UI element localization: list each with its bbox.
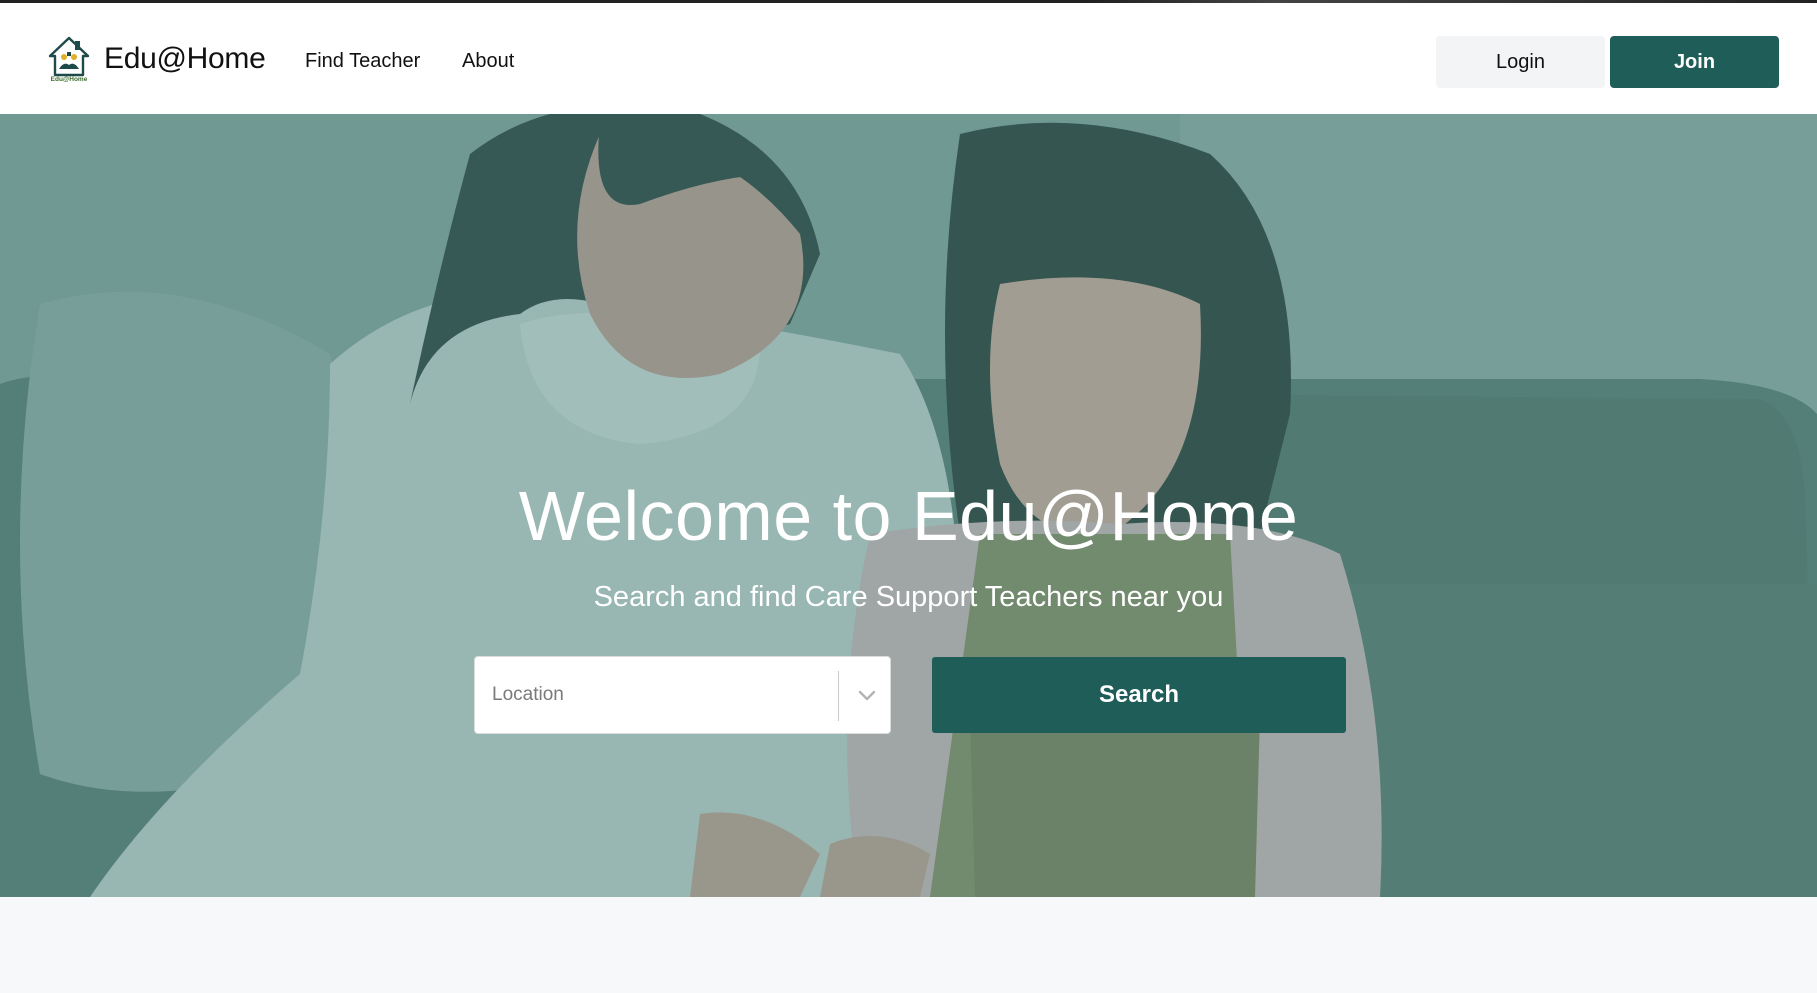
hero-subtitle: Search and find Care Support Teachers ne… [593, 581, 1224, 613]
login-button[interactable]: Login [1436, 36, 1605, 88]
nav-link-find-teacher[interactable]: Find Teacher [305, 50, 420, 73]
search-button[interactable]: Search [932, 657, 1346, 733]
location-placeholder: Location [492, 684, 564, 705]
location-select[interactable]: Location [474, 656, 891, 734]
house-logo-icon: Edu@Home [48, 36, 90, 83]
svg-text:Edu@Home: Edu@Home [51, 76, 88, 83]
join-button[interactable]: Join [1610, 36, 1779, 88]
nav-link-about[interactable]: About [462, 50, 514, 73]
navbar: Edu@Home Edu@Home Find Teacher About Log… [0, 3, 1817, 114]
hero-title: Welcome to Edu@Home [518, 477, 1299, 555]
chevron-down-icon[interactable] [855, 685, 879, 707]
hero-section: Welcome to Edu@Home Search and find Care… [0, 114, 1817, 897]
brand-name: Edu@Home [104, 42, 266, 75]
select-divider [838, 671, 839, 721]
brand[interactable]: Edu@Home Edu@Home [47, 33, 266, 85]
